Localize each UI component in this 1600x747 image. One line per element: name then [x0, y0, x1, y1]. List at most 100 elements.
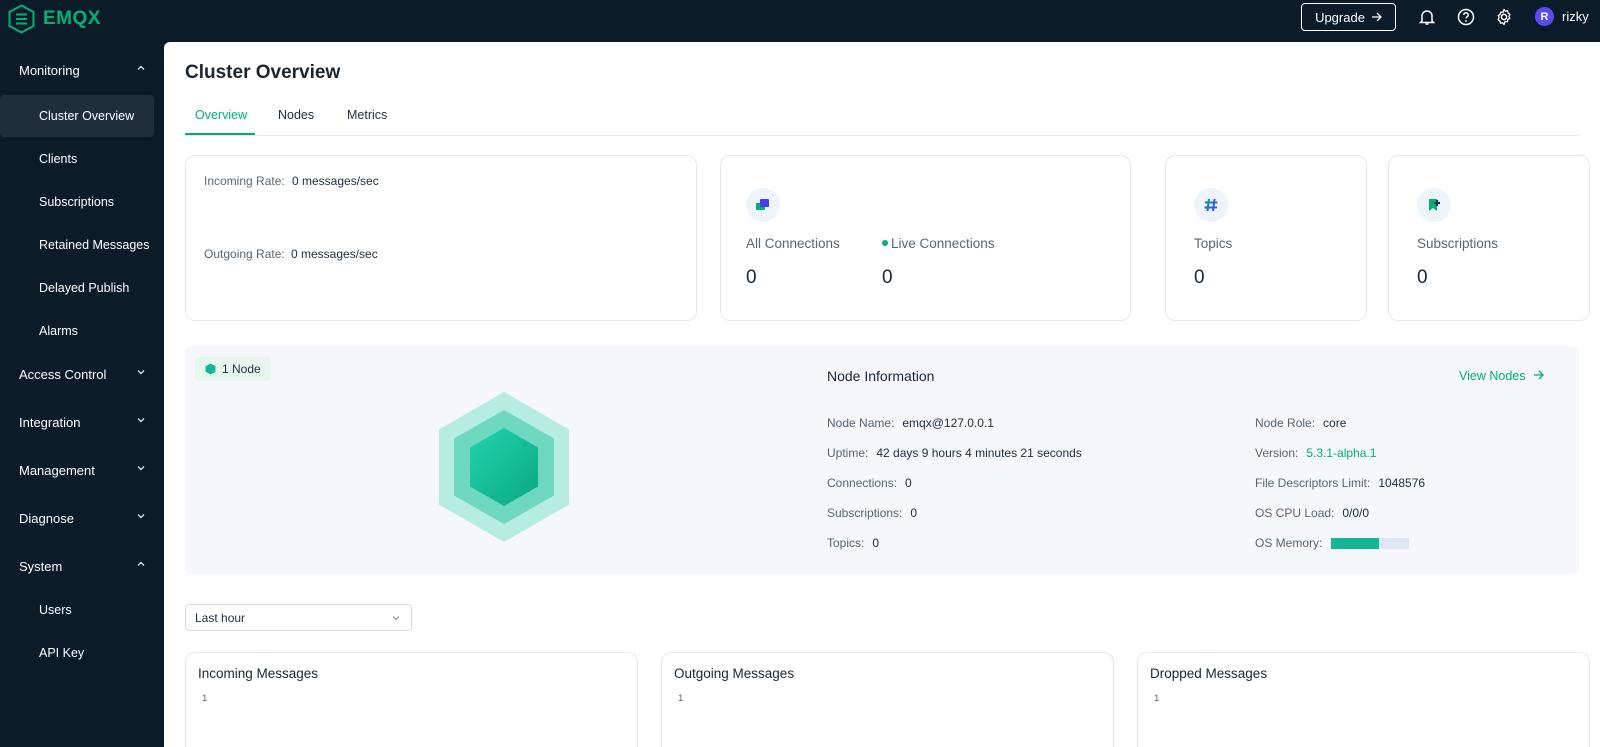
chevron-down-icon: [137, 514, 145, 519]
cpu-load-label: OS CPU Load:: [1255, 506, 1335, 520]
node-connections-row: Connections: 0: [827, 476, 912, 490]
sidebar-item-label: Retained Messages: [39, 238, 150, 252]
node-hexagon-graphic[interactable]: [437, 390, 571, 542]
node-connections-value: 0: [905, 476, 912, 490]
connections-icon: [746, 188, 780, 222]
uptime-value: 42 days 9 hours 4 minutes 21 seconds: [876, 446, 1082, 460]
bookmark-add-icon: [1417, 188, 1451, 222]
chart-title: Incoming Messages: [198, 666, 319, 681]
sidebar-item-users[interactable]: Users: [0, 589, 154, 631]
tab-bar: Overview Nodes Metrics: [185, 100, 1579, 136]
version-row: Version: 5.3.1-alpha.1: [1255, 446, 1376, 460]
node-subscriptions-row: Subscriptions: 0: [827, 506, 917, 520]
sidebar-item-clients[interactable]: Clients: [0, 138, 154, 180]
sidebar-group-integration[interactable]: Integration: [0, 407, 164, 437]
chart-y-tick: 1: [1154, 693, 1160, 704]
topics-label: Topics: [1194, 236, 1233, 251]
time-range-select[interactable]: Last hour: [185, 604, 412, 631]
subscriptions-value: 0: [1417, 267, 1428, 288]
sidebar-group-monitoring[interactable]: Monitoring: [0, 55, 164, 85]
hash-icon: [1194, 188, 1228, 222]
file-descriptors-row: File Descriptors Limit: 1048576: [1255, 476, 1425, 490]
sidebar-item-delayed-publish[interactable]: Delayed Publish: [0, 267, 154, 309]
topics-value: 0: [1194, 267, 1205, 288]
node-role-label: Node Role:: [1255, 416, 1316, 430]
cpu-load-row: OS CPU Load: 0/0/0: [1255, 506, 1369, 520]
avatar[interactable]: R: [1535, 7, 1554, 26]
sidebar-item-label: Clients: [39, 152, 78, 166]
outgoing-rate-label: Outgoing Rate:: [204, 247, 285, 261]
sidebar-item-api-key[interactable]: API Key: [0, 632, 154, 674]
active-tab-indicator: [185, 133, 255, 135]
sidebar-group-label: System: [19, 558, 63, 574]
sidebar-group-label: Integration: [19, 414, 81, 430]
node-topics-label: Topics:: [827, 536, 865, 550]
main-content: Cluster Overview Overview Nodes Metrics …: [164, 42, 1600, 747]
node-panel: 1 Node Node Information View Nodes Node …: [185, 346, 1579, 574]
file-descriptors-value: 1048576: [1378, 476, 1426, 490]
upgrade-label: Upgrade: [1315, 9, 1365, 25]
upgrade-button[interactable]: Upgrade: [1301, 3, 1396, 31]
chevron-up-icon: [137, 65, 145, 70]
sidebar-group-management[interactable]: Management: [0, 455, 164, 485]
arrow-right-icon: [1533, 370, 1544, 380]
sidebar-item-label: Delayed Publish: [39, 281, 130, 295]
top-bar: EMQX Upgrade R rizky: [0, 0, 1600, 42]
chevron-down-icon: [137, 466, 145, 471]
time-range-value: Last hour: [195, 610, 246, 625]
sidebar-item-alarms[interactable]: Alarms: [0, 310, 154, 352]
message-rate-card: Incoming Rate: 0 messages/sec Outgoing R…: [185, 155, 697, 321]
subscriptions-card: Subscriptions 0: [1388, 155, 1590, 321]
version-label: Version:: [1255, 446, 1299, 460]
sidebar-group-label: Management: [19, 462, 95, 478]
chart-y-tick: 1: [678, 693, 684, 704]
node-role-value: core: [1323, 416, 1347, 430]
sidebar-group-system[interactable]: System: [0, 551, 164, 581]
node-subscriptions-value: 0: [910, 506, 918, 520]
version-link[interactable]: 5.3.1-alpha.1: [1306, 446, 1376, 460]
incoming-rate-value: 0 messages/sec: [292, 174, 379, 188]
username[interactable]: rizky: [1562, 9, 1589, 24]
help-icon[interactable]: [1456, 7, 1476, 27]
tab-metrics[interactable]: Metrics: [347, 108, 387, 122]
tab-overview[interactable]: Overview: [195, 108, 247, 122]
sidebar-item-cluster-overview[interactable]: Cluster Overview: [0, 95, 154, 137]
node-name-row: Node Name: emqx@127.0.0.1: [827, 416, 994, 430]
topics-card: Topics 0: [1165, 155, 1367, 321]
live-connections-value: 0: [882, 267, 893, 288]
incoming-rate-label: Incoming Rate:: [204, 174, 285, 188]
sidebar-item-label: Cluster Overview: [39, 109, 135, 123]
node-role-row: Node Role: core: [1255, 416, 1346, 430]
node-topics-row: Topics: 0: [827, 536, 879, 550]
node-count-badge: 1 Node: [195, 357, 271, 381]
sidebar: Monitoring Cluster Overview Clients Subs…: [0, 42, 164, 747]
uptime-label: Uptime:: [827, 446, 869, 460]
gear-icon[interactable]: [1494, 7, 1514, 27]
os-memory-bar: [1331, 538, 1409, 549]
tab-nodes[interactable]: Nodes: [278, 108, 314, 122]
sidebar-group-diagnose[interactable]: Diagnose: [0, 503, 164, 533]
os-memory-row: OS Memory:: [1255, 536, 1322, 550]
sidebar-item-subscriptions[interactable]: Subscriptions: [0, 181, 154, 223]
live-connections-label: Live Connections: [882, 236, 995, 251]
emqx-logo[interactable]: EMQX: [8, 4, 101, 34]
chevron-down-icon: [137, 370, 145, 375]
os-memory-fill: [1331, 538, 1380, 549]
sidebar-item-label: Users: [39, 603, 72, 617]
os-memory-label: OS Memory:: [1255, 536, 1323, 550]
all-connections-value: 0: [746, 267, 757, 288]
node-name-value: emqx@127.0.0.1: [902, 416, 994, 430]
chart-title: Outgoing Messages: [674, 666, 795, 681]
chart-y-tick: 1: [202, 693, 208, 704]
sidebar-group-access-control[interactable]: Access Control: [0, 359, 164, 389]
chart-title: Dropped Messages: [1150, 666, 1268, 681]
bell-icon[interactable]: [1417, 7, 1437, 27]
view-nodes-link[interactable]: View Nodes: [1459, 369, 1544, 383]
outgoing-messages-chart: Outgoing Messages 1: [661, 652, 1114, 747]
page-title: Cluster Overview: [185, 62, 341, 83]
node-count-text: 1 Node: [222, 362, 261, 376]
sidebar-item-retained-messages[interactable]: Retained Messages: [0, 224, 154, 266]
live-connections-text: Live Connections: [891, 236, 995, 251]
sidebar-item-label: Subscriptions: [39, 195, 115, 209]
subscriptions-label: Subscriptions: [1417, 236, 1499, 251]
